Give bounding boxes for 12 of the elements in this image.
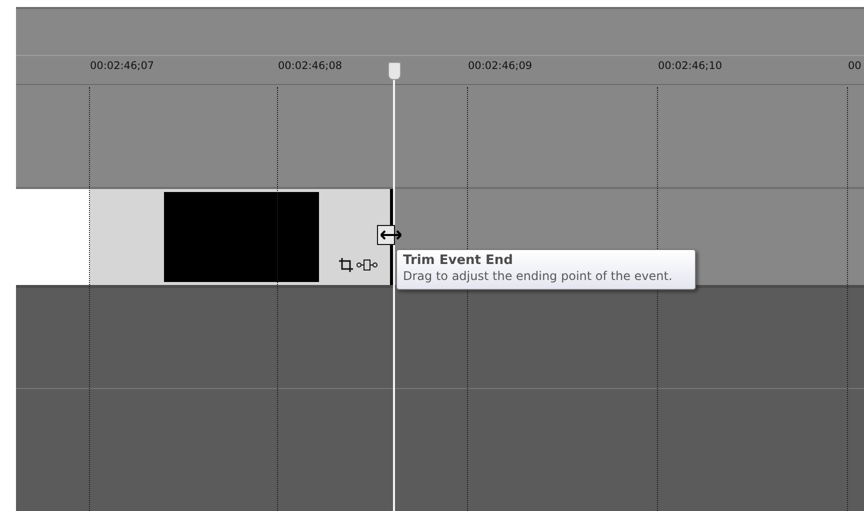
playhead-handle[interactable] xyxy=(388,62,401,80)
crop-icon[interactable] xyxy=(339,258,353,272)
time-label: 00:02:46;09 xyxy=(468,60,532,72)
time-label: 00:02:46;08 xyxy=(278,60,342,72)
video-event[interactable] xyxy=(16,189,394,285)
trim-cursor-icon xyxy=(377,225,403,245)
pan-icon[interactable] xyxy=(356,259,378,271)
tooltip-title: Trim Event End xyxy=(403,253,514,268)
time-label: 00 xyxy=(848,60,862,72)
time-label: 00:02:46;10 xyxy=(658,60,722,72)
time-label: 00:02:46;07 xyxy=(90,60,154,72)
tooltip-text: Drag to adjust the ending point of the event. xyxy=(403,268,674,284)
